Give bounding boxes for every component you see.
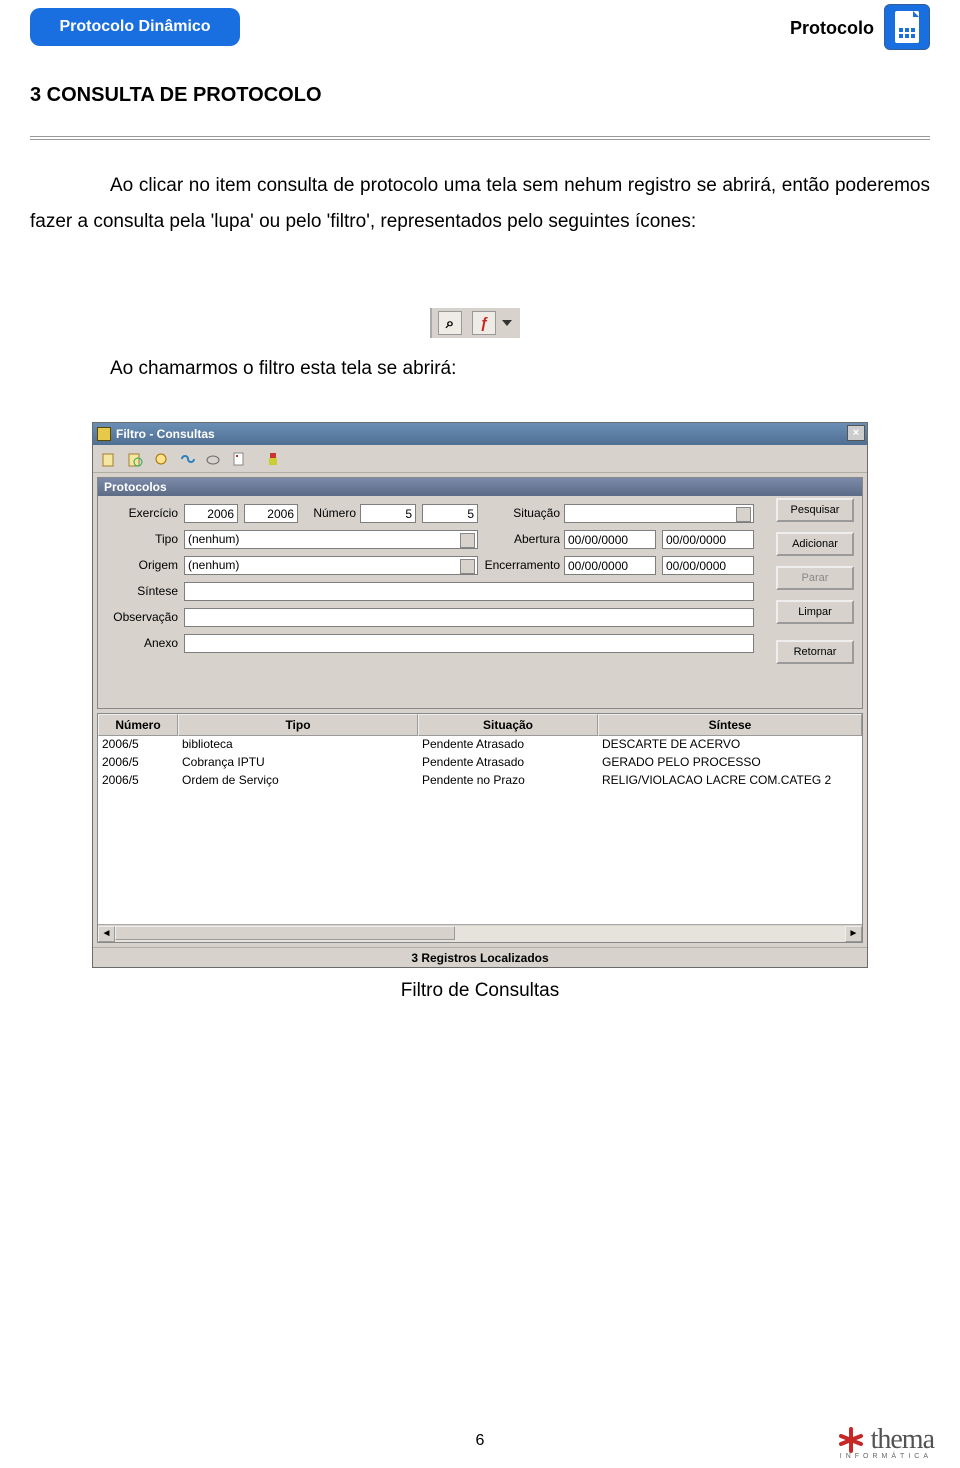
abertura-to[interactable]: [662, 530, 754, 549]
toolbar-btn-2[interactable]: [123, 448, 147, 470]
scroll-right-button[interactable]: ►: [845, 926, 862, 942]
cell-numero: 2006/5: [98, 754, 178, 772]
table-row[interactable]: 2006/5 Ordem de Serviço Pendente no Praz…: [98, 772, 862, 790]
label-origem: Origem: [98, 558, 178, 572]
label-situacao: Situação: [494, 506, 560, 520]
pesquisar-button[interactable]: Pesquisar: [776, 498, 854, 522]
toolbar: [93, 445, 867, 473]
brand-logo: thema: [837, 1424, 934, 1456]
paragraph-1-text: Ao clicar no item consulta de protocolo …: [30, 175, 930, 232]
results-header: Número Tipo Situação Síntese: [98, 714, 862, 736]
page-number: 6: [0, 1432, 960, 1450]
toolbar-btn-7[interactable]: [261, 448, 285, 470]
header-left-badge: Protocolo Dinâmico: [30, 8, 240, 46]
numero-to[interactable]: [422, 504, 478, 523]
cell-numero: 2006/5: [98, 736, 178, 754]
titlebar-icon: [97, 427, 111, 441]
tipo-combo[interactable]: (nenhum): [184, 530, 478, 549]
header-protocol-icon: [884, 4, 930, 50]
encerramento-from[interactable]: [564, 556, 656, 575]
cell-tipo: biblioteca: [178, 736, 418, 754]
label-tipo: Tipo: [98, 532, 178, 546]
paragraph-2: Ao chamarmos o filtro esta tela se abrir…: [110, 358, 456, 380]
dropdown-arrow-icon: [502, 320, 512, 326]
col-numero[interactable]: Número: [98, 714, 178, 736]
toolbar-btn-6[interactable]: [227, 448, 251, 470]
toolbar-btn-5[interactable]: [201, 448, 225, 470]
label-sintese: Síntese: [98, 584, 178, 598]
form-area: Exercício Número Situação Tipo (nenhum) …: [98, 496, 862, 708]
cell-sintese: RELIG/VIOLACAO LACRE COM.CATEG 2: [598, 772, 862, 790]
table-row[interactable]: 2006/5 biblioteca Pendente Atrasado DESC…: [98, 736, 862, 754]
adicionar-label: Adicionar: [792, 538, 838, 550]
brand-name: thema: [871, 1424, 934, 1456]
toolbar-btn-1[interactable]: [97, 448, 121, 470]
toolbar-btn-4[interactable]: [175, 448, 199, 470]
cell-situacao: Pendente Atrasado: [418, 754, 598, 772]
status-bar: 3 Registros Localizados: [93, 947, 867, 967]
cell-sintese: DESCARTE DE ACERVO: [598, 736, 862, 754]
table-row[interactable]: 2006/5 Cobrança IPTU Pendente Atrasado G…: [98, 754, 862, 772]
parar-button: Parar: [776, 566, 854, 590]
exercicio-from[interactable]: [184, 504, 238, 523]
dialog-window: Filtro - Consultas × Protocolos Exercíci…: [92, 422, 868, 968]
results-table: Número Tipo Situação Síntese 2006/5 bibl…: [97, 713, 863, 943]
titlebar: Filtro - Consultas ×: [93, 423, 867, 445]
retornar-button[interactable]: Retornar: [776, 640, 854, 664]
paragraph-1: Ao clicar no item consulta de protocolo …: [30, 168, 930, 240]
pesquisar-label: Pesquisar: [791, 504, 840, 516]
cell-numero: 2006/5: [98, 772, 178, 790]
form-panel: Protocolos Exercício Número Situação Tip…: [97, 477, 863, 709]
brand-subtitle: INFORMÁTICA: [840, 1453, 932, 1460]
toolbar-btn-3[interactable]: [149, 448, 173, 470]
label-numero: Número: [300, 506, 356, 520]
label-abertura: Abertura: [494, 532, 560, 546]
icons-sample: ⌕ ƒ: [430, 308, 520, 338]
label-exercicio: Exercício: [98, 506, 178, 520]
titlebar-text: Filtro - Consultas: [116, 427, 215, 441]
adicionar-button[interactable]: Adicionar: [776, 532, 854, 556]
header-right-text: Protocolo: [790, 18, 874, 39]
numero-from[interactable]: [360, 504, 416, 523]
anexo-input[interactable]: [184, 634, 754, 653]
limpar-label: Limpar: [798, 606, 832, 618]
col-situacao[interactable]: Situação: [418, 714, 598, 736]
label-encerramento: Encerramento: [474, 558, 560, 572]
close-button[interactable]: ×: [847, 425, 865, 441]
parar-label: Parar: [802, 572, 829, 584]
scroll-left-button[interactable]: ◄: [98, 926, 115, 942]
exercicio-to[interactable]: [244, 504, 298, 523]
form-panel-title: Protocolos: [98, 478, 862, 496]
label-anexo: Anexo: [98, 636, 178, 650]
col-sintese[interactable]: Síntese: [598, 714, 862, 736]
cell-tipo: Cobrança IPTU: [178, 754, 418, 772]
label-observacao: Observação: [98, 610, 178, 624]
retornar-label: Retornar: [794, 646, 837, 658]
scroll-thumb[interactable]: [115, 926, 455, 940]
situacao-combo[interactable]: [564, 504, 754, 523]
scroll-track[interactable]: [115, 926, 845, 942]
results-body: 2006/5 biblioteca Pendente Atrasado DESC…: [98, 736, 862, 924]
figure-caption: Filtro de Consultas: [0, 980, 960, 1002]
horizontal-scrollbar[interactable]: ◄ ►: [98, 924, 862, 942]
abertura-from[interactable]: [564, 530, 656, 549]
toolbar-separator: [253, 448, 259, 470]
cell-sintese: GERADO PELO PROCESSO: [598, 754, 862, 772]
filter-icon: ƒ: [472, 311, 496, 335]
cell-situacao: Pendente no Prazo: [418, 772, 598, 790]
brand-icon: [837, 1426, 865, 1454]
origem-combo[interactable]: (nenhum): [184, 556, 478, 575]
sintese-input[interactable]: [184, 582, 754, 601]
lupa-icon: ⌕: [438, 311, 462, 335]
encerramento-to[interactable]: [662, 556, 754, 575]
section-title: 3 CONSULTA DE PROTOCOLO: [30, 84, 322, 107]
limpar-button[interactable]: Limpar: [776, 600, 854, 624]
col-tipo[interactable]: Tipo: [178, 714, 418, 736]
horizontal-rule: [30, 136, 930, 140]
observacao-input[interactable]: [184, 608, 754, 627]
cell-situacao: Pendente Atrasado: [418, 736, 598, 754]
cell-tipo: Ordem de Serviço: [178, 772, 418, 790]
